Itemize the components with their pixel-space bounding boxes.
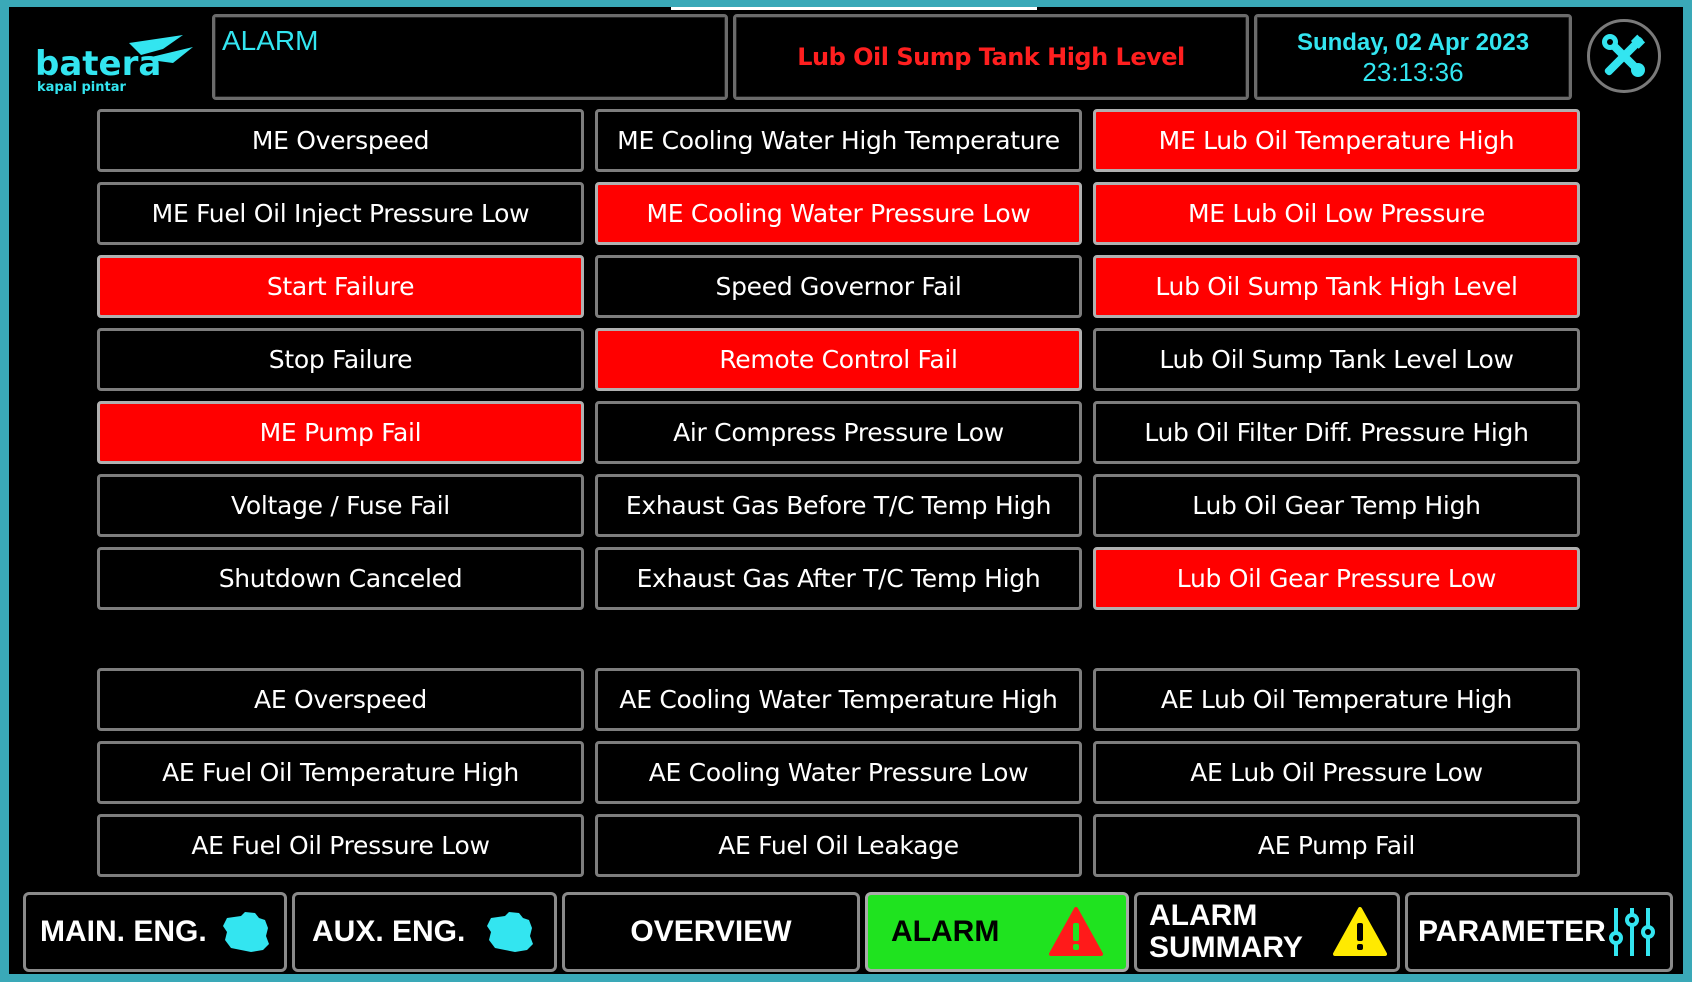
alarm-indicator: Start Failure	[97, 255, 584, 318]
date-text: Sunday, 02 Apr 2023	[1296, 29, 1530, 56]
nav-main-engine-button[interactable]: MAIN. ENG.	[23, 892, 287, 972]
hmi-screen: batera kapal pintar ALARM Lub Oil Sump T…	[9, 7, 1683, 974]
alarm-indicator: Lub Oil Filter Diff. Pressure High	[1093, 401, 1580, 464]
alarm-indicator: AE Fuel Oil Pressure Low	[97, 814, 584, 877]
alarm-indicator: AE Cooling Water Pressure Low	[595, 741, 1082, 804]
page-title: ALARM	[222, 25, 319, 56]
alarm-indicator: AE Fuel Oil Temperature High	[97, 741, 584, 804]
nav-alarm-summary-button[interactable]: ALARM SUMMARY	[1134, 892, 1400, 972]
active-alarm-box: Lub Oil Sump Tank High Level	[733, 14, 1249, 100]
alarm-indicator: Lub Oil Sump Tank Level Low	[1093, 328, 1580, 391]
time-text: 23:13:36	[1362, 57, 1464, 87]
alarm-indicator: Exhaust Gas Before T/C Temp High	[595, 474, 1082, 537]
alarm-indicator: AE Overspeed	[97, 668, 584, 731]
alarm-indicator: AE Cooling Water Temperature High	[595, 668, 1082, 731]
alarm-indicator: Lub Oil Sump Tank High Level	[1093, 255, 1580, 318]
nav-overview-label: OVERVIEW	[630, 915, 792, 948]
alarm-indicator: ME Overspeed	[97, 109, 584, 172]
alarm-indicator: Lub Oil Gear Temp High	[1093, 474, 1580, 537]
active-alarm-text: Lub Oil Sump Tank High Level	[797, 43, 1185, 71]
brand-tagline: kapal pintar	[37, 80, 126, 95]
alarm-warning-icon	[1049, 907, 1104, 956]
alarm-indicator: Stop Failure	[97, 328, 584, 391]
nav-aux-engine-button[interactable]: AUX. ENG.	[292, 892, 557, 972]
top-divider	[671, 7, 1037, 10]
alarm-indicator: Lub Oil Gear Pressure Low	[1093, 547, 1580, 610]
alarm-indicator: Speed Governor Fail	[595, 255, 1082, 318]
alarm-indicator: Voltage / Fuse Fail	[97, 474, 584, 537]
batera-logo: batera kapal pintar	[35, 35, 193, 95]
alarm-indicator: Shutdown Canceled	[97, 547, 584, 610]
alarm-indicator: ME Fuel Oil Inject Pressure Low	[97, 182, 584, 245]
alarm-indicator: ME Lub Oil Low Pressure	[1093, 182, 1580, 245]
alarm-indicator: Air Compress Pressure Low	[595, 401, 1082, 464]
aux-engine-alarm-grid: AE Overspeed AE Cooling Water Temperature…	[97, 668, 1593, 877]
alarm-indicator: Remote Control Fail	[595, 328, 1082, 391]
nav-parameter-label: PARAMETER	[1418, 915, 1606, 948]
page-title-box: ALARM	[212, 14, 728, 100]
nav-main-engine-label: MAIN. ENG.	[40, 915, 207, 948]
nav-alarm-button[interactable]: ALARM	[865, 892, 1129, 972]
main-engine-alarm-grid: ME Overspeed ME Cooling Water High Temper…	[97, 109, 1593, 610]
settings-tools-button[interactable]	[1587, 19, 1661, 93]
alarm-indicator: AE Lub Oil Pressure Low	[1093, 741, 1580, 804]
nav-summary-label-1: ALARM	[1149, 899, 1258, 932]
tools-icon	[1602, 34, 1646, 77]
engine-icon	[487, 912, 534, 952]
sliders-icon	[1608, 908, 1655, 956]
alarm-indicator: ME Lub Oil Temperature High	[1093, 109, 1580, 172]
nav-overview-button[interactable]: OVERVIEW	[562, 892, 860, 972]
alarm-indicator: AE Pump Fail	[1093, 814, 1580, 877]
alarm-indicator: ME Pump Fail	[97, 401, 584, 464]
alarm-indicator: ME Cooling Water Pressure Low	[595, 182, 1082, 245]
nav-alarm-label: ALARM	[891, 915, 1000, 948]
nav-summary-label-2: SUMMARY	[1149, 931, 1303, 964]
alarm-indicator: AE Fuel Oil Leakage	[595, 814, 1082, 877]
alarm-indicator: Exhaust Gas After T/C Temp High	[595, 547, 1082, 610]
alarm-indicator: ME Cooling Water High Temperature	[595, 109, 1082, 172]
alarm-indicator: AE Lub Oil Temperature High	[1093, 668, 1580, 731]
datetime-box: Sunday, 02 Apr 2023 23:13:36	[1254, 14, 1572, 100]
warning-icon	[1332, 907, 1387, 956]
engine-icon	[222, 912, 269, 952]
nav-aux-engine-label: AUX. ENG.	[312, 915, 466, 948]
nav-parameter-button[interactable]: PARAMETER	[1405, 892, 1673, 972]
